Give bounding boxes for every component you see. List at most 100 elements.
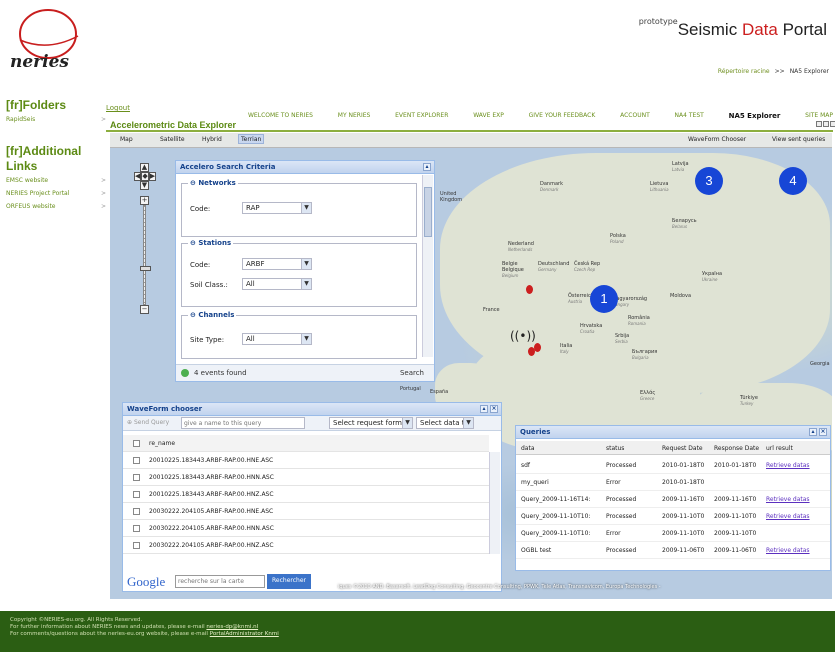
map-type-map[interactable]: Map <box>120 136 133 143</box>
retrieve-datas-link[interactable]: Retrieve datas <box>766 462 826 469</box>
event-marker[interactable] <box>528 347 535 356</box>
stations-legend[interactable]: ⊖ Stations <box>188 239 234 247</box>
table-row[interactable]: Query_2009-11-10T10: Processed 2009-11-1… <box>516 509 830 525</box>
sidebar-item-emsc[interactable]: EMSC website > <box>6 174 106 187</box>
breadcrumb-root[interactable]: Répertoire racine <box>718 68 770 75</box>
zoom-slider[interactable] <box>140 205 151 305</box>
nav-na5-explorer[interactable]: NA5 Explorer <box>729 112 781 120</box>
table-row[interactable]: 20010225.183443.ARBF-RAP.00.HNN.ASC <box>123 469 489 486</box>
retrieve-datas-link[interactable]: Retrieve datas <box>766 496 826 503</box>
restore-icon[interactable] <box>823 121 829 127</box>
row-checkbox[interactable] <box>133 474 140 481</box>
nav-account[interactable]: ACCOUNT <box>620 112 650 120</box>
table-row[interactable]: Query_2009-11-16T14: Processed 2009-11-1… <box>516 492 830 508</box>
column-header[interactable]: status <box>606 445 656 452</box>
map-type-hybrid[interactable]: Hybrid <box>202 136 222 143</box>
site-type-select[interactable]: All ▼ <box>242 333 312 345</box>
dropdown-arrow-icon: ▼ <box>301 203 311 213</box>
map-label: United Kingdom <box>440 191 463 203</box>
send-query-button[interactable]: ⊕ Send Query <box>127 419 169 426</box>
table-row[interactable]: sdf Processed 2010-01-18T0 2010-01-18T0 … <box>516 458 830 474</box>
table-row[interactable]: 20030222.204105.ARBF-RAP.00.HNN.ASC <box>123 520 489 537</box>
nav-welcome[interactable]: WELCOME TO NERIES <box>248 112 313 120</box>
zoom-slider-handle[interactable] <box>140 266 151 271</box>
pan-down-icon[interactable]: ▼ <box>140 181 149 190</box>
column-header[interactable]: Response Date <box>714 445 764 452</box>
nav-my-neries[interactable]: MY NERIES <box>338 112 371 120</box>
request-format-select[interactable]: Select request format ▼ <box>329 417 413 429</box>
map-search-input[interactable] <box>175 575 265 588</box>
nav-wave-exp[interactable]: WAVE EXP <box>473 112 504 120</box>
map-search-button[interactable]: Rechercher <box>267 574 311 589</box>
collapse-icon[interactable]: ▴ <box>423 163 431 171</box>
close-icon[interactable]: × <box>819 428 827 436</box>
pan-right-icon[interactable]: ▶ <box>148 172 157 181</box>
station-icon[interactable]: ((•)) <box>510 329 536 343</box>
accelero-scrollbar[interactable] <box>422 175 433 357</box>
retrieve-datas-link[interactable]: Retrieve datas <box>766 513 826 520</box>
column-header[interactable]: data <box>521 445 591 452</box>
table-row[interactable]: 20030222.204105.ARBF-RAP.00.HNZ.ASC <box>123 537 489 554</box>
table-row[interactable]: 20030222.204105.ARBF-RAP.00.HNE.ASC <box>123 503 489 520</box>
station-code-select[interactable]: ARBF ▼ <box>242 258 312 270</box>
pan-up-icon[interactable]: ▲ <box>140 163 149 172</box>
waveform-toolbar: ⊕ Send Query Select request format▼ Sele… <box>123 416 501 431</box>
retrieve-datas-link[interactable]: Retrieve datas <box>766 547 826 554</box>
column-header[interactable]: url result <box>766 445 826 452</box>
sidebar-item-neries-portal[interactable]: NERIES Project Portal > <box>6 187 106 200</box>
data-type-select[interactable]: Select data t ▼ <box>416 417 474 429</box>
prototype-label: prototype <box>638 17 678 26</box>
waveform-panel-header: WaveForm chooser ▴ × <box>123 403 501 416</box>
query-name-input[interactable] <box>181 417 305 429</box>
table-row[interactable]: 20010225.183443.ARBF-RAP.00.HNE.ASC <box>123 452 489 469</box>
map-type-terrain[interactable]: Terrian <box>238 134 265 144</box>
maximize-icon[interactable] <box>830 121 835 127</box>
select-all-checkbox[interactable] <box>133 440 140 447</box>
close-icon[interactable]: × <box>490 405 498 413</box>
event-marker[interactable] <box>526 285 533 294</box>
table-row[interactable]: my_queri Error 2010-01-18T0 <box>516 475 830 491</box>
row-checkbox[interactable] <box>133 542 140 549</box>
dropdown-arrow-icon: ▼ <box>301 334 311 344</box>
nav-event-explorer[interactable]: EVENT EXPLORER <box>395 112 448 120</box>
row-checkbox[interactable] <box>133 491 140 498</box>
search-button[interactable]: Search <box>400 369 424 377</box>
map-type-satellite[interactable]: Satellite <box>160 136 185 143</box>
nav-na4-test[interactable]: NA4 TEST <box>675 112 704 120</box>
table-row[interactable]: 20010225.183443.ARBF-RAP.00.HNZ.ASC <box>123 486 489 503</box>
waveform-scrollbar[interactable] <box>489 452 500 554</box>
networks-legend[interactable]: ⊖ Networks <box>188 179 238 187</box>
pan-left-icon[interactable]: ◀ <box>134 172 142 181</box>
map-label: Lietuva Lithuania <box>650 181 669 192</box>
waveform-chooser-link[interactable]: WaveForm Chooser <box>688 136 746 143</box>
row-checkbox[interactable] <box>133 508 140 515</box>
network-code-select[interactable]: RAP ▼ <box>242 202 312 214</box>
logout-link[interactable]: Logout <box>106 104 130 112</box>
callout-marker-3: 3 <box>695 167 723 195</box>
row-checkbox[interactable] <box>133 525 140 532</box>
email-link-admin[interactable]: PortalAdministrator Knmi <box>210 631 279 637</box>
row-checkbox[interactable] <box>133 457 140 464</box>
table-row[interactable]: OGBL test Processed 2009-11-06T0 2009-11… <box>516 543 830 559</box>
pan-center-icon[interactable]: ◆ <box>141 172 149 181</box>
sidebar-item-label: NERIES Project Portal <box>6 190 70 197</box>
zoom-in-icon[interactable]: + <box>140 196 149 205</box>
sidebar-item-rapidseis[interactable]: RapidSeis > <box>6 113 106 126</box>
collapse-icon[interactable]: ▴ <box>809 428 817 436</box>
sidebar-item-orfeus[interactable]: ORFEUS website > <box>6 200 106 213</box>
column-header[interactable]: Request Date <box>662 445 712 452</box>
event-marker[interactable] <box>534 343 541 352</box>
soil-class-select[interactable]: All ▼ <box>242 278 312 290</box>
table-row[interactable]: Query_2009-11-10T10: Error 2009-11-10T0 … <box>516 526 830 542</box>
minimize-icon[interactable] <box>816 121 822 127</box>
nav-feedback[interactable]: GIVE YOUR FEEDBACK <box>529 112 596 120</box>
map-label: България Bulgaria <box>632 349 658 360</box>
collapse-icon[interactable]: ▴ <box>480 405 488 413</box>
view-sent-queries-link[interactable]: View sent queries <box>772 136 825 143</box>
channels-legend[interactable]: ⊖ Channels <box>188 311 237 319</box>
zoom-out-icon[interactable]: − <box>140 305 149 314</box>
title-part: Seismic <box>677 20 742 39</box>
nav-site-map[interactable]: SITE MAP <box>805 112 833 120</box>
email-link-news[interactable]: neries-dp@knmi.nl <box>206 624 258 630</box>
scrollbar-thumb[interactable] <box>424 187 432 237</box>
